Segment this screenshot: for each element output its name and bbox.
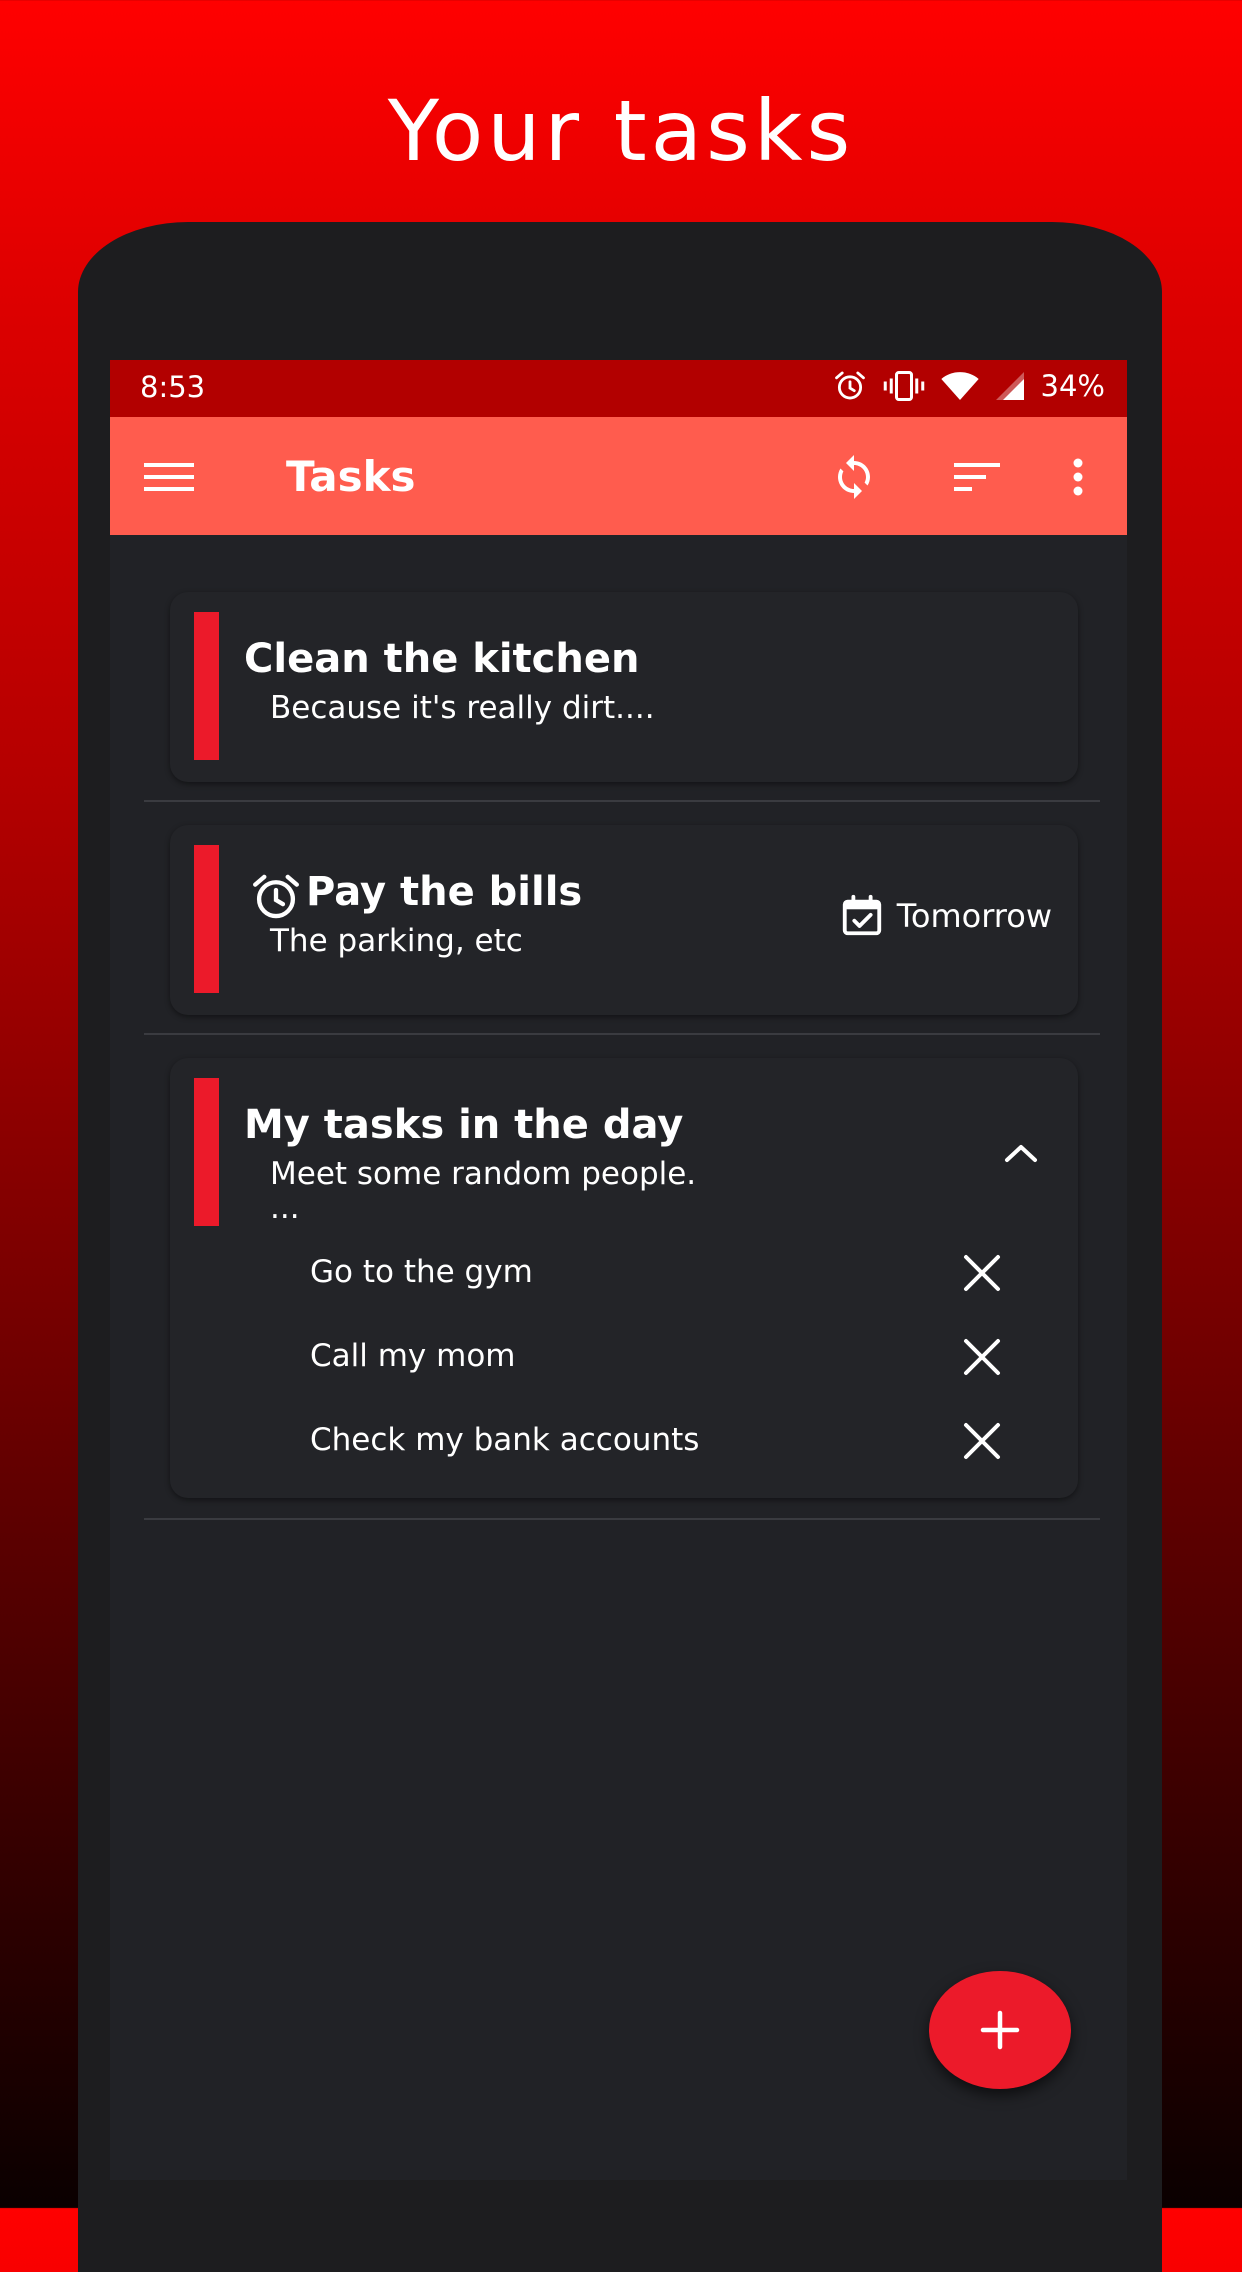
add-icon — [980, 2010, 1020, 2050]
calendar-check-icon — [842, 894, 881, 936]
app-title: Tasks — [286, 452, 416, 501]
menu-icon[interactable] — [144, 453, 194, 501]
status-icons: 34% — [833, 369, 1105, 403]
subtask-item[interactable]: Check my bank accounts — [310, 1406, 1050, 1476]
subtask-label: Go to the gym — [310, 1254, 533, 1290]
status-bar: 8:53 34% — [110, 360, 1127, 417]
task-title: Pay the bills — [306, 869, 583, 915]
close-icon[interactable] — [962, 1253, 1002, 1293]
list-divider — [144, 800, 1100, 802]
subtask-item[interactable]: Call my mom — [310, 1322, 1050, 1392]
close-icon[interactable] — [962, 1421, 1002, 1461]
vibrate-icon — [883, 371, 924, 401]
priority-stripe — [194, 612, 219, 760]
app-screen: 8:53 34% Tasks Clean the kitchen Because… — [110, 360, 1127, 2180]
task-card-pay-the-bills[interactable]: Pay the bills The parking, etc Tomorrow — [170, 825, 1078, 1015]
priority-stripe — [194, 845, 219, 993]
task-card-clean-the-kitchen[interactable]: Clean the kitchen Because it's really di… — [170, 592, 1078, 782]
chevron-up-icon[interactable] — [1002, 1140, 1040, 1166]
subtask-label: Check my bank accounts — [310, 1422, 700, 1458]
add-task-button[interactable] — [929, 1971, 1071, 2089]
sync-icon[interactable] — [830, 453, 878, 501]
task-description: Meet some random people. — [270, 1156, 697, 1192]
due-date: Tomorrow — [839, 893, 1052, 939]
task-description: Because it's really dirt.... — [270, 690, 655, 726]
priority-stripe — [194, 1078, 219, 1226]
status-time: 8:53 — [140, 370, 206, 404]
due-date-label: Tomorrow — [896, 897, 1052, 935]
app-bar: Tasks — [110, 417, 1127, 535]
battery-level: 34% — [1040, 369, 1105, 403]
more-vert-icon[interactable] — [1066, 453, 1090, 501]
list-divider — [144, 1518, 1100, 1520]
subtask-item[interactable]: Go to the gym — [310, 1238, 1050, 1308]
close-icon[interactable] — [962, 1337, 1002, 1377]
wifi-icon — [940, 372, 979, 400]
task-title: My tasks in the day — [244, 1102, 684, 1148]
task-card-my-tasks-in-the-day[interactable]: My tasks in the day Meet some random peo… — [170, 1058, 1078, 1498]
alarm-icon — [253, 874, 299, 919]
signal-icon — [995, 372, 1024, 400]
list-divider — [144, 1033, 1100, 1035]
task-description: The parking, etc — [270, 923, 523, 959]
alarm-icon — [834, 371, 865, 400]
task-title: Clean the kitchen — [244, 636, 640, 682]
task-description-more: ... — [270, 1190, 300, 1226]
promo-headline: Your tasks — [387, 82, 855, 180]
subtask-label: Call my mom — [310, 1338, 516, 1374]
sort-icon[interactable] — [952, 453, 1002, 501]
